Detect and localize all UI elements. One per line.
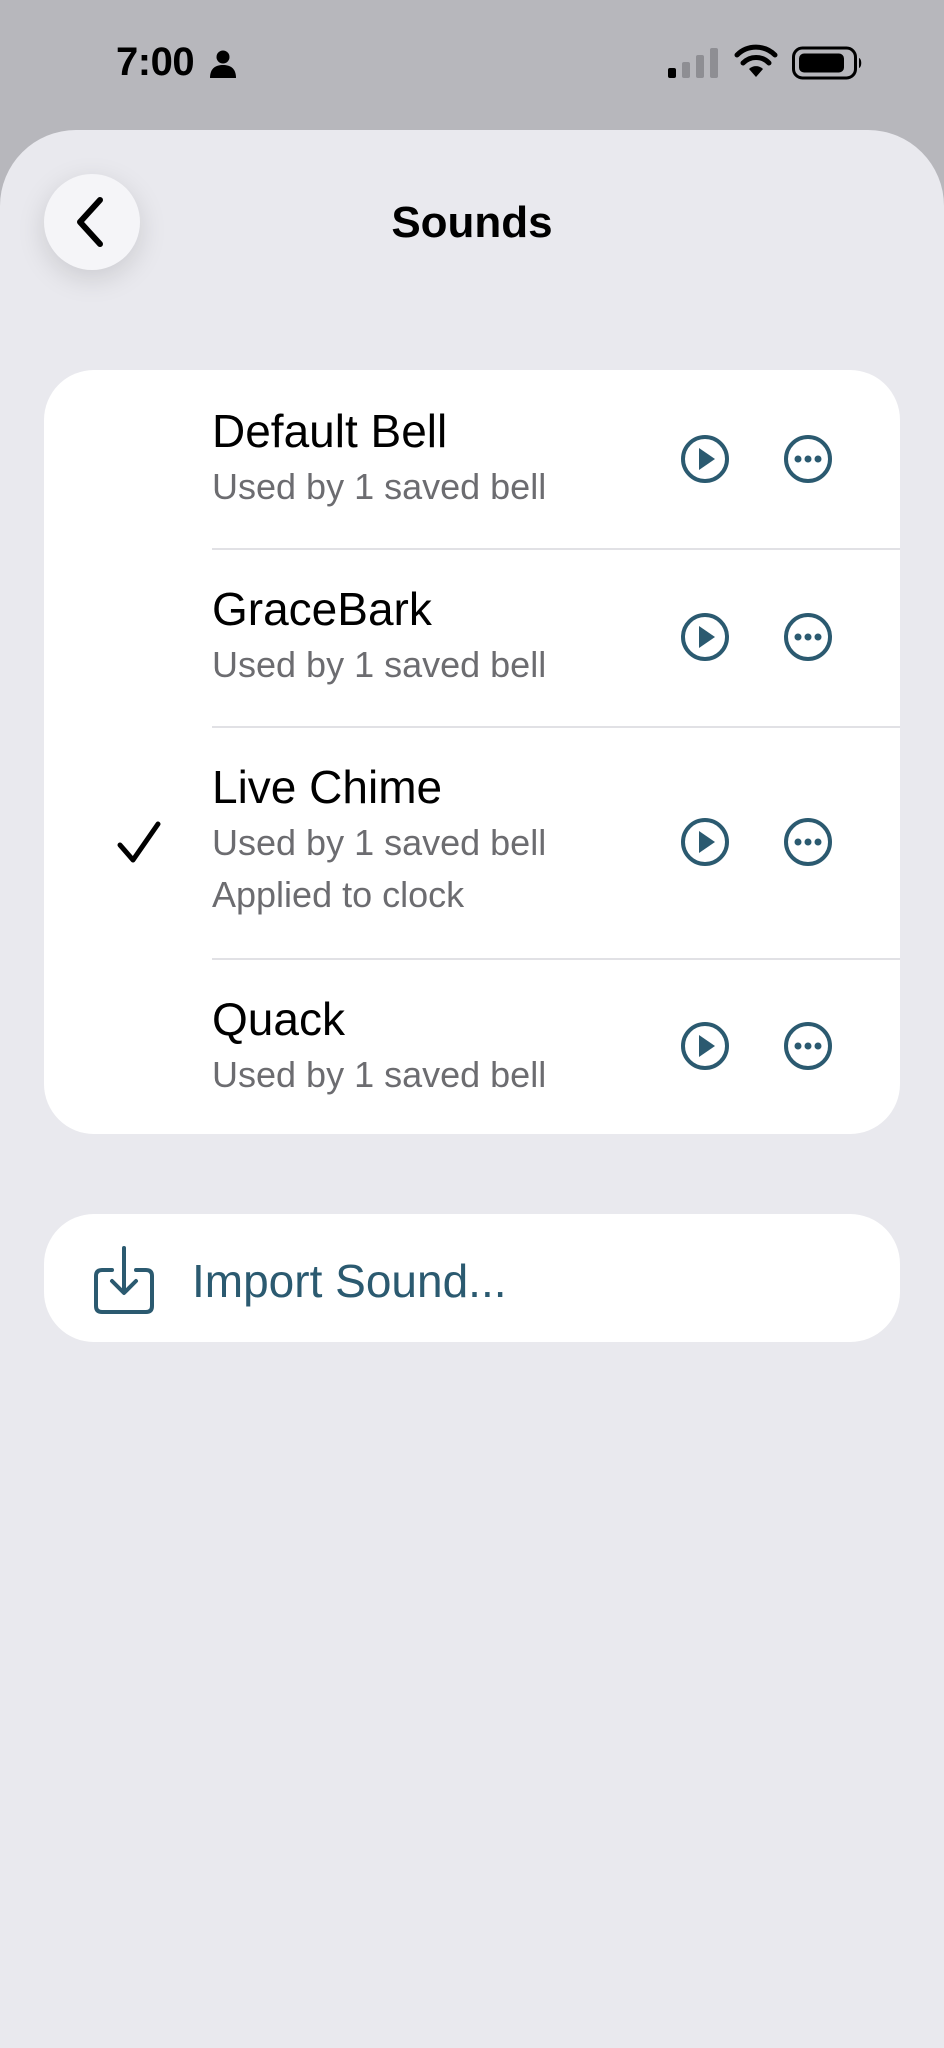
play-icon[interactable]	[680, 1021, 730, 1071]
more-options-icon[interactable]	[783, 434, 833, 484]
sounds-sheet: Sounds Default Bell Used by 1 saved bell…	[0, 130, 944, 2048]
play-icon[interactable]	[680, 817, 730, 867]
play-icon[interactable]	[680, 612, 730, 662]
sound-row-live-chime[interactable]: Live Chime Used by 1 saved bell Applied …	[44, 728, 900, 958]
sound-usage: Used by 1 saved bell	[212, 822, 547, 863]
sound-usage: Used by 1 saved bell	[212, 1054, 547, 1095]
person-icon	[210, 50, 236, 78]
sound-name: Quack	[212, 993, 345, 1045]
page-title: Sounds	[391, 198, 553, 247]
wifi-icon	[734, 44, 778, 77]
checkmark-icon	[117, 821, 161, 863]
sound-name: Default Bell	[212, 405, 448, 457]
cellular-signal-icon	[668, 48, 718, 78]
sound-row-default-bell[interactable]: Default Bell Used by 1 saved bell	[44, 370, 900, 548]
sound-list: Default Bell Used by 1 saved bell GraceB…	[44, 370, 900, 1134]
more-options-icon[interactable]	[783, 1021, 833, 1071]
sound-usage: Used by 1 saved bell	[212, 644, 547, 685]
sound-usage: Used by 1 saved bell	[212, 466, 547, 507]
status-time: 7:00	[116, 40, 195, 84]
import-icon	[94, 1246, 154, 1314]
more-options-icon[interactable]	[783, 612, 833, 662]
import-sound-button[interactable]: Import Sound...	[44, 1214, 900, 1342]
sound-row-quack[interactable]: Quack Used by 1 saved bell	[44, 960, 900, 1134]
sound-name: GraceBark	[212, 583, 432, 635]
sound-name: Live Chime	[212, 761, 443, 813]
status-bar: 7:00	[0, 0, 944, 128]
import-sound-label: Import Sound...	[192, 1255, 507, 1307]
sound-applied-status: Applied to clock	[212, 874, 465, 915]
sound-row-gracebark[interactable]: GraceBark Used by 1 saved bell	[44, 550, 900, 726]
play-icon[interactable]	[680, 434, 730, 484]
battery-icon	[792, 46, 862, 80]
more-options-icon[interactable]	[783, 817, 833, 867]
